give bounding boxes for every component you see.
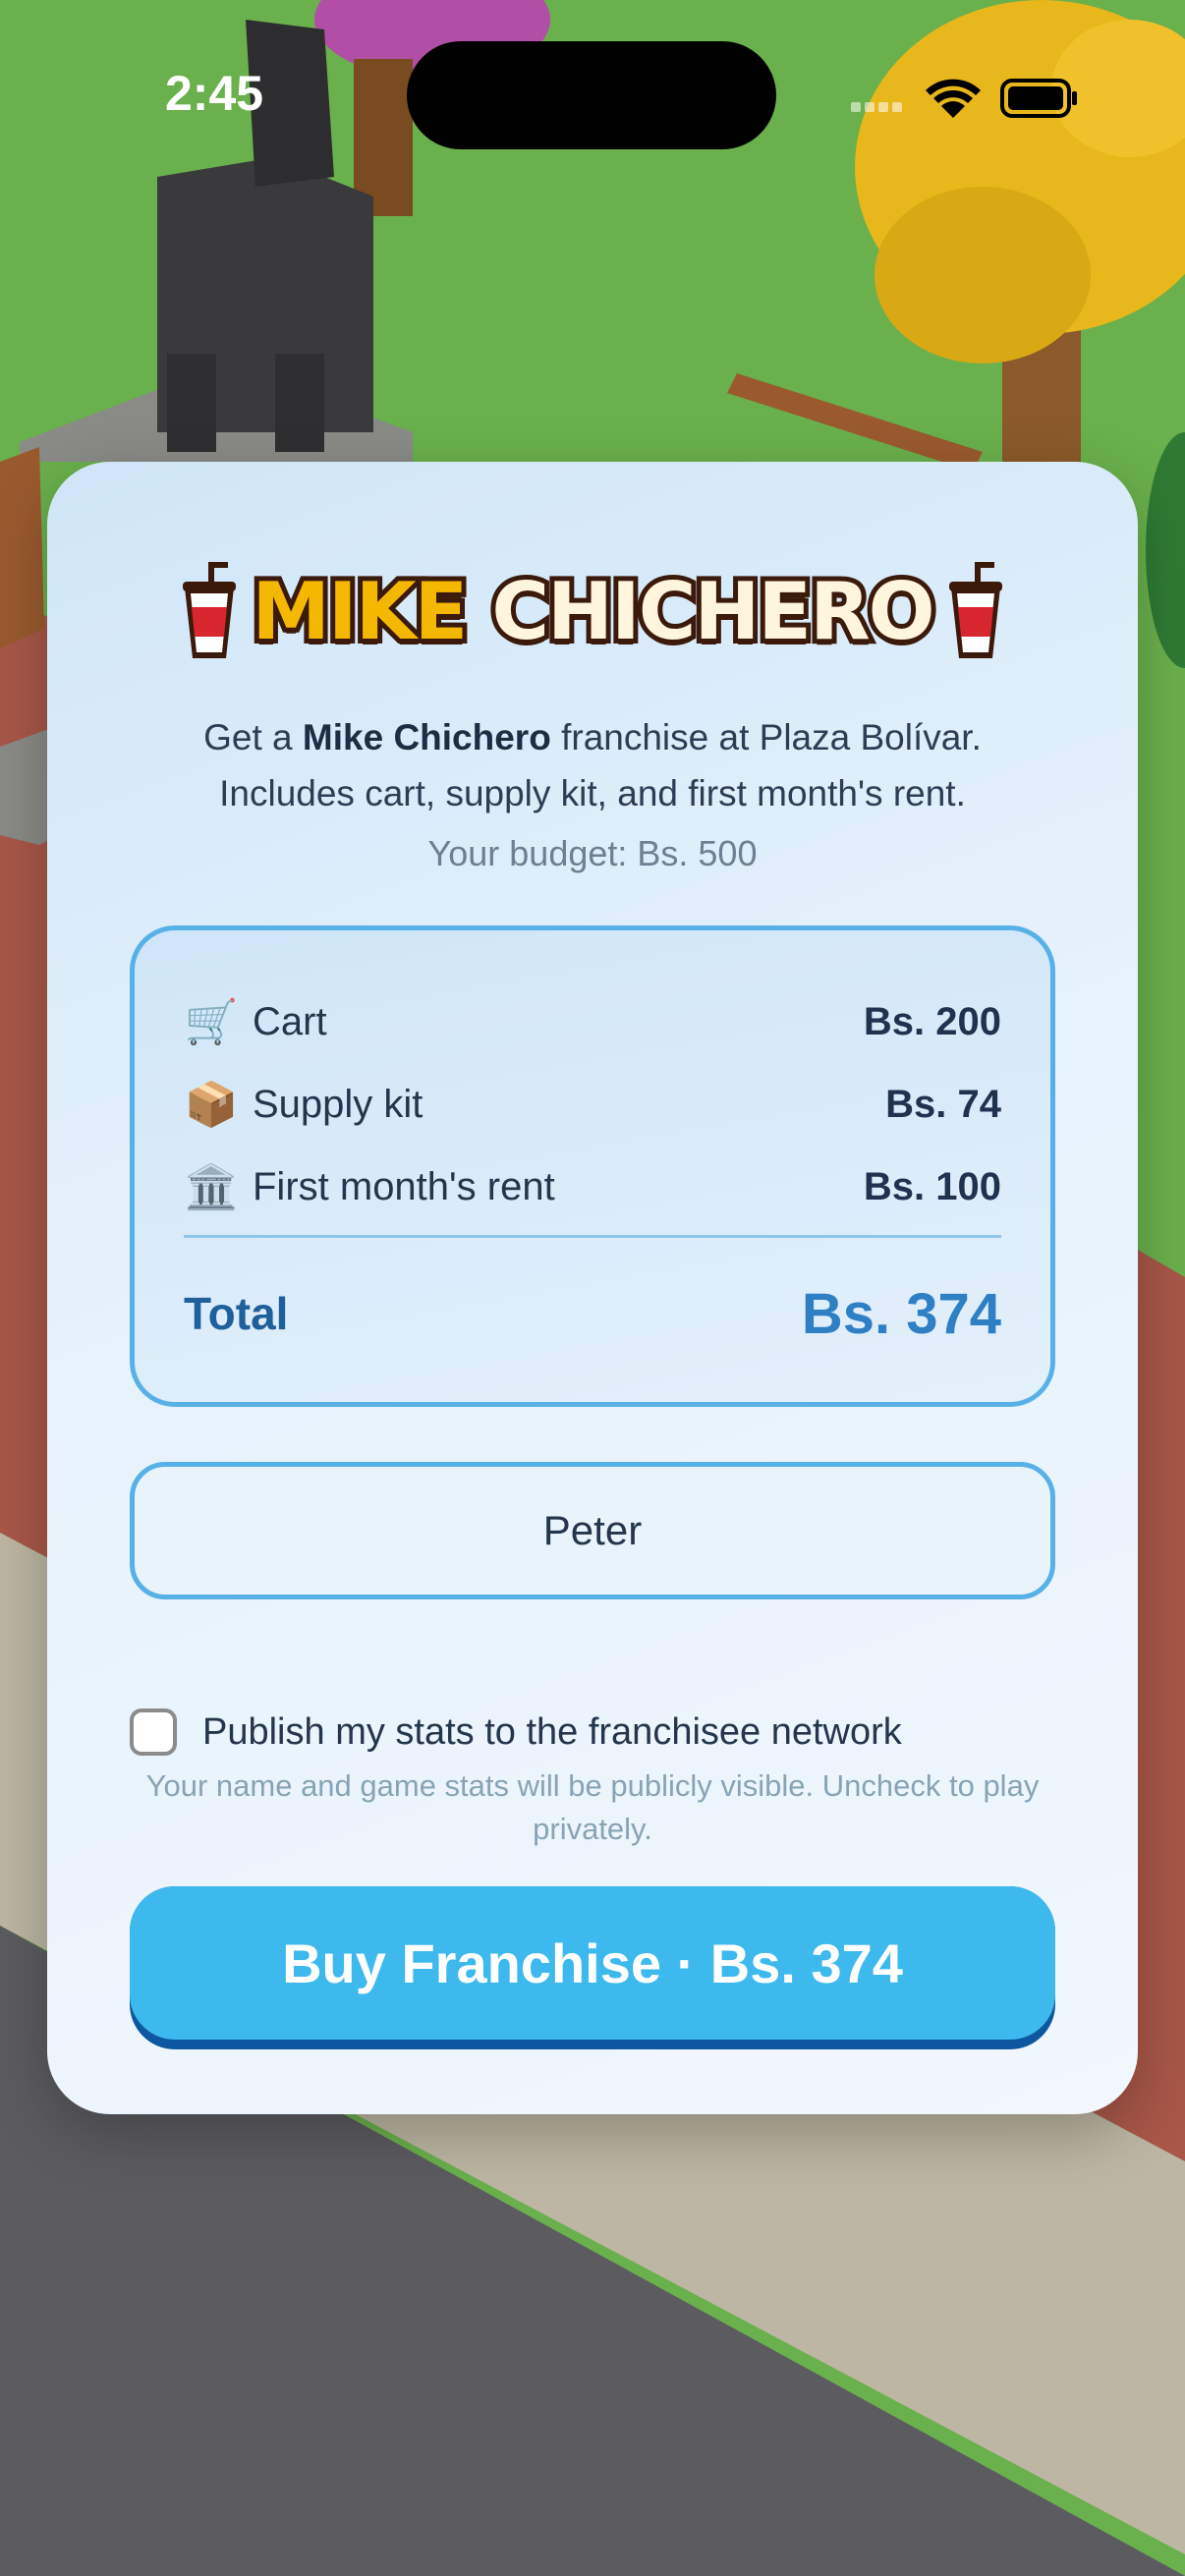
franchise-modal: MIKE CHICHERO Get a Mike Chichero franch… — [47, 462, 1138, 2114]
buy-franchise-label[interactable]: Buy Franchise · Bs. 374 — [130, 1886, 1055, 2040]
cost-row-rent: 🏛️ First month's rent Bs. 100 — [184, 1152, 1001, 1221]
status-icons — [847, 69, 1083, 124]
franchisee-name-input[interactable] — [130, 1462, 1055, 1599]
dynamic-island — [407, 41, 776, 149]
cost-amount: Bs. 100 — [863, 1164, 1001, 1208]
budget-text: Your budget: Bs. 500 — [427, 833, 758, 873]
cost-row-supply-kit: 📦 Supply kit Bs. 74 — [184, 1070, 1001, 1139]
cellular-icon — [851, 102, 902, 112]
cost-divider — [184, 1235, 1001, 1238]
wifi-icon — [926, 79, 981, 118]
cost-breakdown: 🛒 Cart Bs. 200 📦 Supply kit Bs. 74 🏛️ Fi… — [130, 925, 1055, 1407]
cost-label: Cart — [253, 999, 327, 1043]
soda-cup-icon — [948, 562, 1002, 658]
status-time: 2:45 — [165, 66, 264, 121]
description-suffix: franchise at Plaza Bolívar. — [550, 717, 982, 757]
logo-word-chichero: CHICHERO — [486, 561, 939, 662]
buy-franchise-button[interactable]: Buy Franchise · Bs. 374 — [130, 1886, 1055, 2049]
description-line2: Includes cart, supply kit, and first mon… — [219, 773, 966, 813]
cost-label: First month's rent — [253, 1164, 555, 1208]
description-brand: Mike Chichero — [302, 717, 551, 757]
total-row: Total Bs. 374 — [184, 1274, 1001, 1353]
brand-logo: MIKE CHICHERO — [47, 552, 1138, 670]
soda-cup-icon — [183, 562, 237, 658]
cost-row-cart: 🛒 Cart Bs. 200 — [184, 987, 1001, 1056]
total-amount: Bs. 374 — [801, 1281, 1001, 1346]
logo-word-mike: MIKE — [247, 561, 473, 662]
publish-stats-option[interactable]: Publish my stats to the franchisee netwo… — [130, 1708, 902, 1757]
publish-stats-note: Your name and game stats will be publicl… — [145, 1768, 1040, 1846]
cost-amount: Bs. 74 — [885, 1082, 1001, 1126]
franchise-description: Get a Mike Chichero franchise at Plaza B… — [106, 709, 1079, 821]
cart-icon: 🛒 — [184, 998, 239, 1046]
package-icon: 📦 — [184, 1081, 239, 1129]
building-icon: 🏛️ — [184, 1163, 239, 1211]
battery-icon — [1000, 79, 1077, 118]
publish-stats-label[interactable]: Publish my stats to the franchisee netwo… — [202, 1711, 902, 1754]
cost-amount: Bs. 200 — [863, 999, 1001, 1043]
total-label: Total — [184, 1288, 289, 1339]
cost-label: Supply kit — [253, 1082, 423, 1126]
description-prefix: Get a — [203, 717, 303, 757]
publish-stats-checkbox[interactable] — [130, 1708, 177, 1756]
